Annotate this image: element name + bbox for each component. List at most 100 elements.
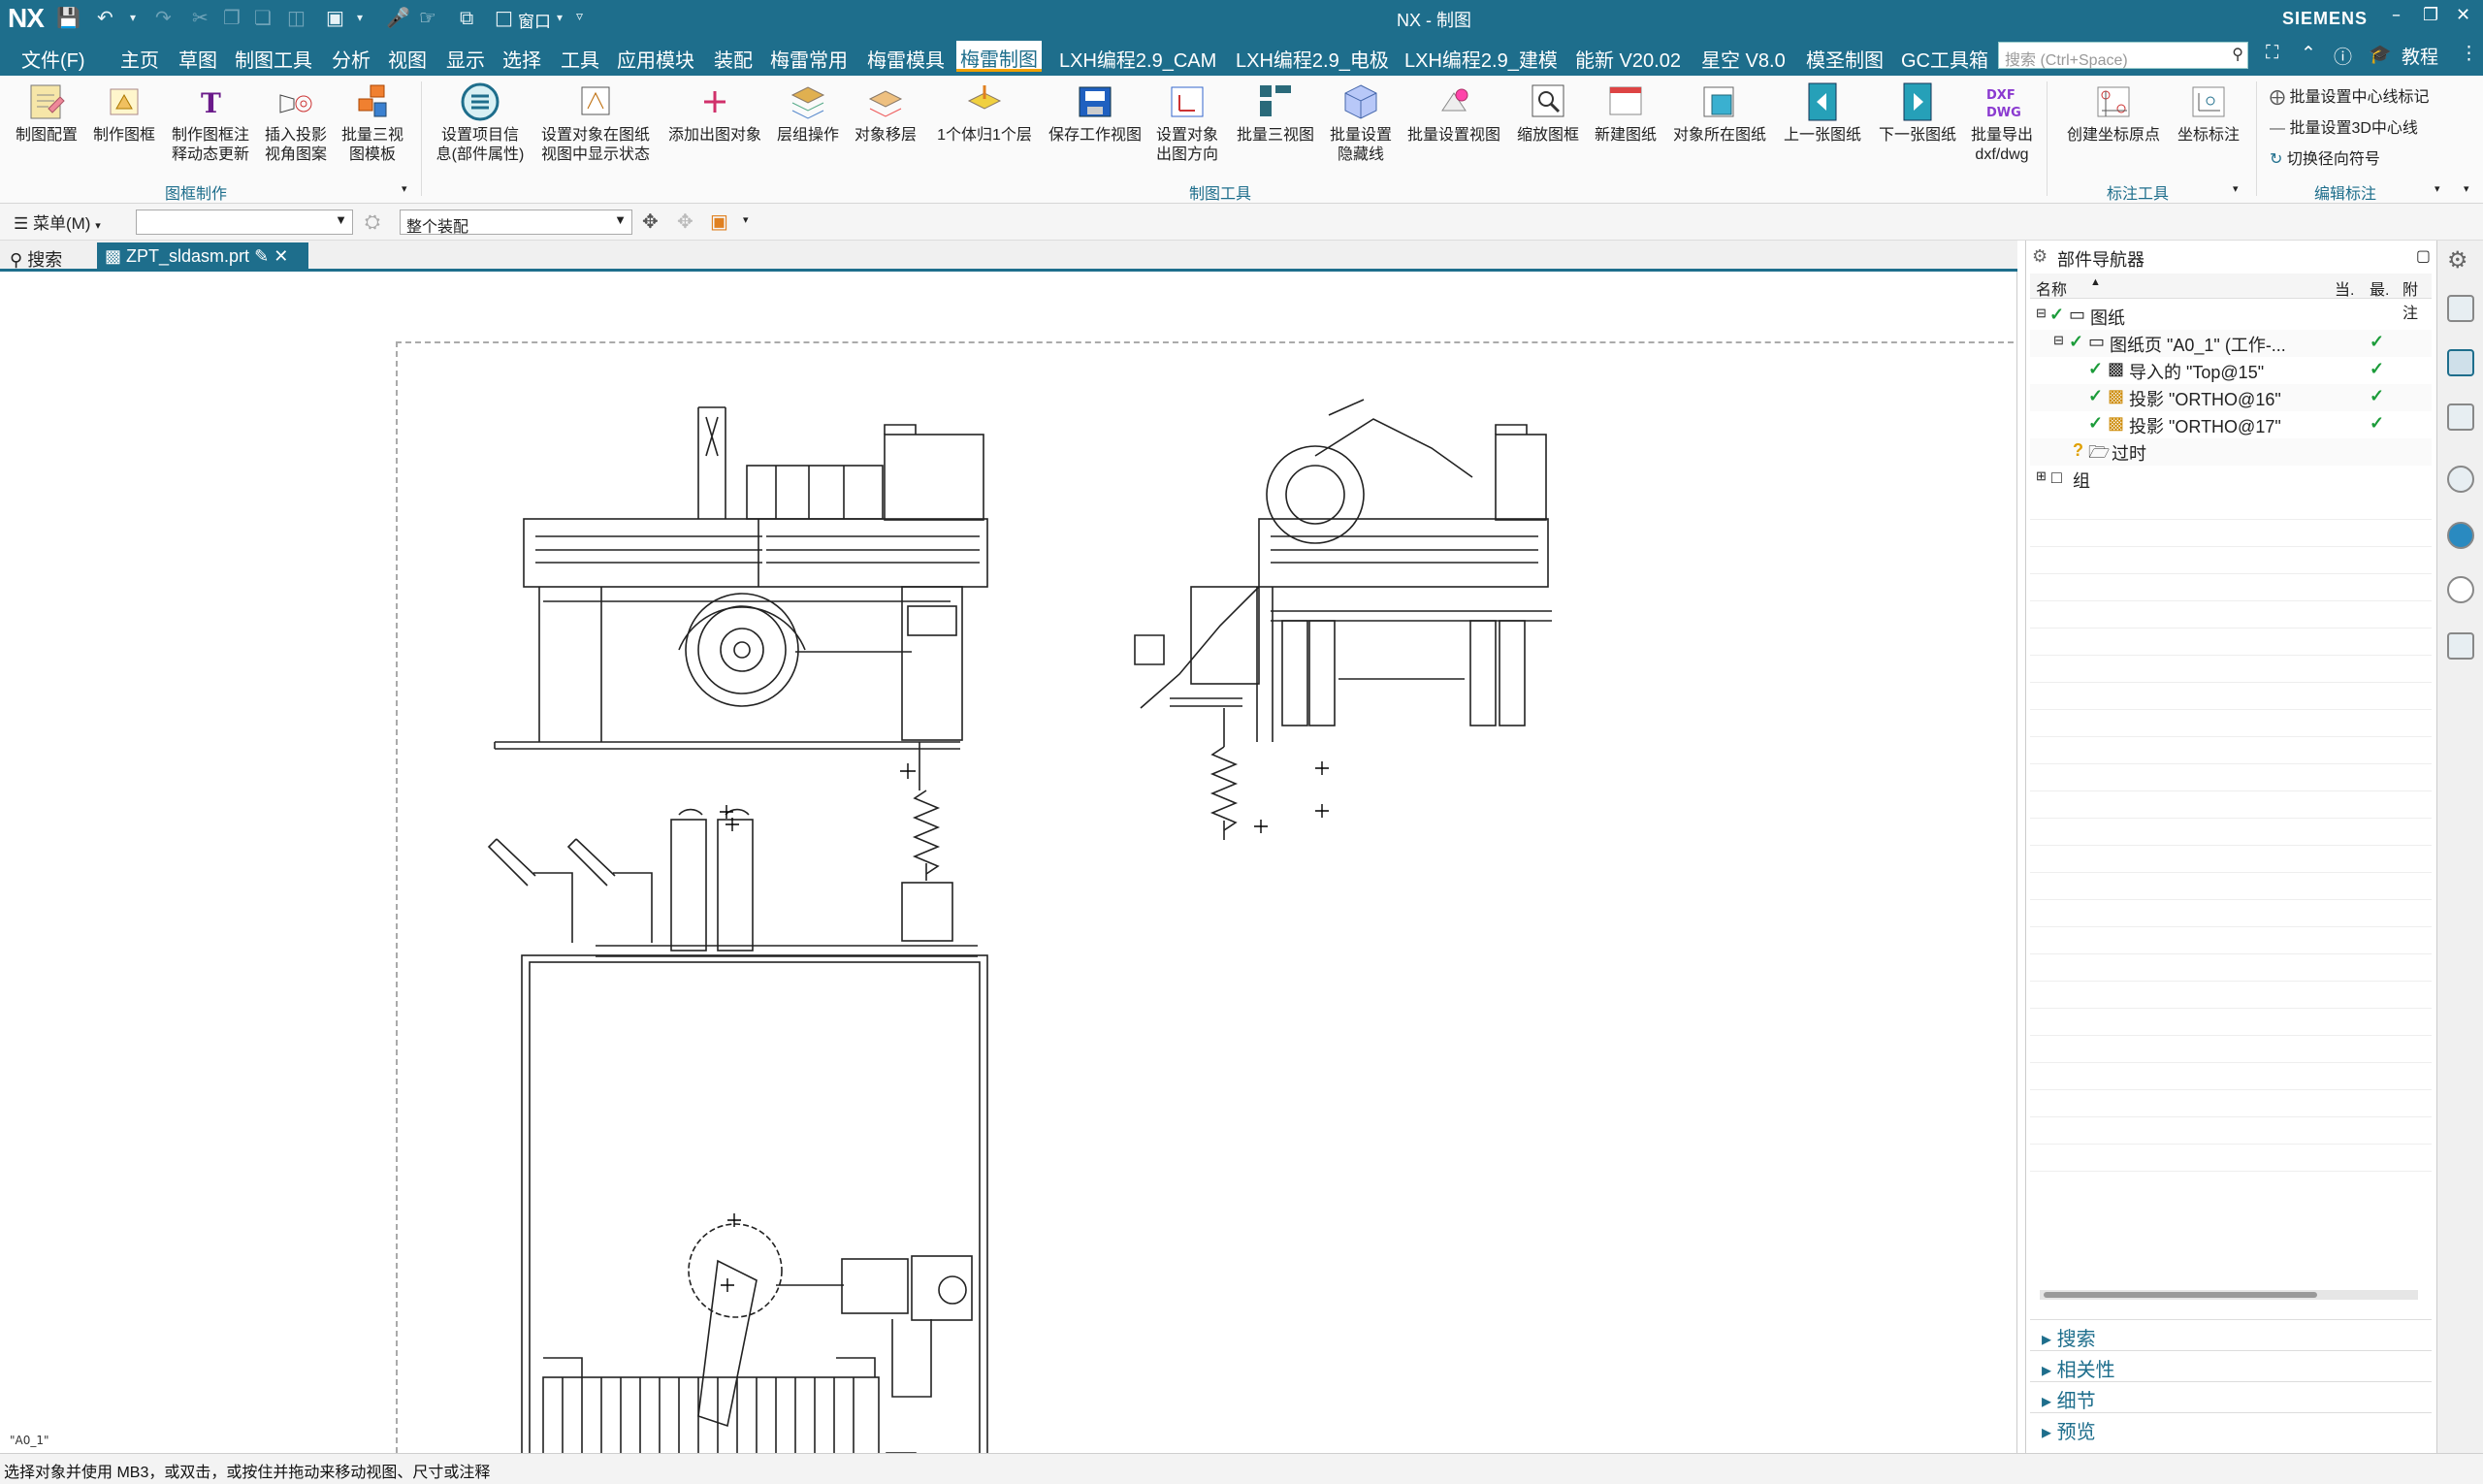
ribbon-options-icon[interactable]: ▾: [2464, 182, 2469, 195]
horizontal-scrollbar[interactable]: [2040, 1290, 2418, 1300]
group-expand-icon[interactable]: ▾: [2435, 182, 2440, 195]
window-dropdown-icon[interactable]: ▾: [557, 11, 563, 24]
ribbon-save-work-view-button[interactable]: 保存工作视图: [1046, 81, 1145, 145]
snap-disabled-icon[interactable]: ✥: [677, 210, 693, 233]
section-search[interactable]: ▸ 搜索: [2030, 1319, 2432, 1350]
paste-icon[interactable]: ❏: [254, 6, 272, 29]
fullscreen-icon[interactable]: ⛶: [2266, 43, 2278, 64]
menu-assembly[interactable]: 装配: [712, 43, 755, 75]
save-icon[interactable]: 💾: [56, 6, 81, 29]
more-icon[interactable]: ⋮: [2460, 43, 2478, 65]
menu-lxh-cam[interactable]: LXH编程2.9_CAM: [1057, 43, 1218, 75]
ribbon-projection-symbol-button[interactable]: 插入投影 视角图案: [260, 81, 332, 165]
tree-row-outdated[interactable]: ? 🗁 过时: [2030, 438, 2432, 466]
ribbon-scale-frame-button[interactable]: 缩放图框: [1511, 81, 1585, 145]
batch-3d-centerline-command[interactable]: — 批量设置3D中心线: [2270, 114, 2418, 138]
collapse-ribbon-icon[interactable]: ⌃: [2301, 43, 2316, 65]
menu-drafting-tools[interactable]: 制图工具: [233, 43, 314, 75]
scope-combo[interactable]: 整个装配 ▼: [400, 210, 632, 236]
menu-analysis[interactable]: 分析: [330, 43, 372, 75]
collapse-icon[interactable]: ⊟: [2036, 306, 2047, 321]
menu-gc-toolbox[interactable]: GC工具箱: [1899, 43, 1990, 75]
chevron-down-icon[interactable]: ▾: [743, 213, 749, 226]
ribbon-batch-three-view-button[interactable]: 批量三视图: [1230, 81, 1321, 145]
part-navigator-icon[interactable]: [2447, 349, 2474, 376]
scrollbar-thumb[interactable]: [2044, 1292, 2317, 1298]
menu-meilei-common[interactable]: 梅雷常用: [768, 43, 850, 75]
snap-icon[interactable]: ✥: [642, 210, 659, 233]
menu-display[interactable]: 显示: [444, 43, 487, 75]
menu-sketch[interactable]: 草图: [177, 43, 219, 75]
menu-nengxin[interactable]: 能新 V20.02: [1573, 43, 1683, 75]
menu-tools[interactable]: 工具: [559, 43, 601, 75]
ribbon-body-to-layer-button[interactable]: 1个体归1个层: [927, 81, 1042, 145]
ribbon-frame-note-update-button[interactable]: T 制作图框注 释动态更新: [165, 81, 256, 165]
ribbon-batch-view-settings-button[interactable]: 批量设置视图: [1403, 81, 1505, 145]
collapse-icon[interactable]: ⊟: [2053, 333, 2064, 348]
ribbon-add-drawing-object-button[interactable]: 添加出图对象: [663, 81, 766, 145]
tutorial-link[interactable]: 教程: [2402, 43, 2438, 69]
menu-home[interactable]: 主页: [118, 43, 161, 75]
microphone-icon[interactable]: 🎤: [386, 6, 410, 29]
menu-meilei-drafting[interactable]: 梅雷制图: [956, 41, 1042, 72]
qat-customize-icon[interactable]: ▿: [576, 9, 583, 24]
tree-row-projection-17[interactable]: ✓ ▩ 投影 "ORTHO@17" ✓: [2030, 411, 2432, 438]
redo-icon[interactable]: ↷: [155, 6, 172, 29]
ribbon-batch-three-view-template-button[interactable]: 批量三视 图模板: [336, 81, 409, 165]
ribbon-object-sheet-button[interactable]: 对象所在图纸: [1666, 81, 1773, 145]
menu-button[interactable]: ☰ 菜单(M) ▾: [14, 210, 101, 234]
tools-icon[interactable]: [2447, 632, 2474, 660]
ribbon-new-sheet-button[interactable]: 新建图纸: [1589, 81, 1662, 145]
toggle-radial-symbol-command[interactable]: ↻ 切换径向符号: [2270, 145, 2380, 169]
tree-row-group[interactable]: ⊞ □ 组: [2030, 466, 2432, 493]
batch-centerline-mark-command[interactable]: ⨁ 批量设置中心线标记: [2270, 83, 2429, 107]
ribbon-layer-group-button[interactable]: 层组操作: [772, 81, 844, 145]
web-browser-icon[interactable]: [2447, 522, 2474, 549]
reuse-library-icon[interactable]: [2447, 403, 2474, 431]
close-icon[interactable]: ✕: [2456, 5, 2470, 25]
select-box-icon[interactable]: ▣: [710, 210, 728, 233]
ribbon-coordinate-dimension-button[interactable]: 坐标标注: [2173, 81, 2244, 145]
side-view[interactable]: [1134, 399, 1552, 840]
column-name[interactable]: 名称: [2036, 276, 2067, 300]
menu-lxh-electrode[interactable]: LXH编程2.9_电极: [1234, 43, 1391, 75]
tree-row-drawing[interactable]: ⊟ ✓ ▭ 图纸: [2030, 303, 2432, 330]
ribbon-make-frame-button[interactable]: 制作图框: [87, 81, 161, 145]
expand-icon[interactable]: ⊞: [2036, 468, 2047, 484]
menu-select[interactable]: 选择: [500, 43, 543, 75]
tree-row-sheet[interactable]: ⊟ ✓ ▭ 图纸页 "A0_1" (工作-... ✓: [2030, 330, 2432, 357]
tutorial-icon[interactable]: 🎓: [2369, 43, 2392, 66]
menu-lxh-modeling[interactable]: LXH编程2.9_建模: [1403, 43, 1560, 75]
help-icon[interactable]: ⓘ: [2334, 43, 2352, 69]
section-preview[interactable]: ▸ 预览: [2030, 1412, 2432, 1443]
maximize-panel-icon[interactable]: ▢: [2416, 246, 2431, 265]
window-menu[interactable]: 窗口: [518, 8, 551, 32]
ribbon-batch-export-dxf-button[interactable]: DXF DWG 批量导出 dxf/dwg: [1967, 81, 2037, 165]
column-latest[interactable]: 最.: [2370, 276, 2389, 300]
copy-icon[interactable]: ❐: [223, 6, 241, 29]
section-details[interactable]: ▸ 细节: [2030, 1381, 2432, 1412]
tab-close-icon[interactable]: ✕: [274, 246, 288, 266]
menu-mosheng-drafting[interactable]: 模圣制图: [1804, 43, 1886, 75]
undo-dropdown-icon[interactable]: ▾: [130, 11, 136, 24]
section-dependencies[interactable]: ▸ 相关性: [2030, 1350, 2432, 1381]
ribbon-object-output-direction-button[interactable]: 设置对象 出图方向: [1150, 81, 1224, 165]
part-dropdown-icon[interactable]: ▾: [357, 11, 363, 24]
ribbon-batch-hidden-line-button[interactable]: 批量设置 隐藏线: [1325, 81, 1397, 165]
column-current[interactable]: 当.: [2335, 276, 2354, 300]
tab-search[interactable]: ⚲ 搜索: [2, 242, 70, 270]
menu-app-modules[interactable]: 应用模块: [615, 43, 696, 75]
window-icon[interactable]: □: [495, 6, 513, 29]
tree-row-projection-16[interactable]: ✓ ▩ 投影 "ORTHO@16" ✓: [2030, 384, 2432, 411]
group-expand-icon[interactable]: ▾: [2233, 182, 2239, 195]
part-icon[interactable]: ▣: [326, 6, 344, 29]
ribbon-move-to-layer-button[interactable]: 对象移层: [850, 81, 921, 145]
menu-file[interactable]: 文件(F): [19, 43, 87, 75]
touch-icon[interactable]: ☞: [419, 6, 436, 29]
filter-icon[interactable]: ⛭: [365, 210, 380, 233]
paste-special-icon[interactable]: ◫: [287, 6, 306, 29]
ribbon-drafting-config-button[interactable]: 制图配置: [10, 81, 83, 145]
ribbon-previous-sheet-button[interactable]: 上一张图纸: [1777, 81, 1868, 145]
tab-file[interactable]: ▩ ZPT_sldasm.prt ✎ ✕: [97, 242, 308, 270]
group-expand-icon[interactable]: ▾: [402, 182, 407, 195]
